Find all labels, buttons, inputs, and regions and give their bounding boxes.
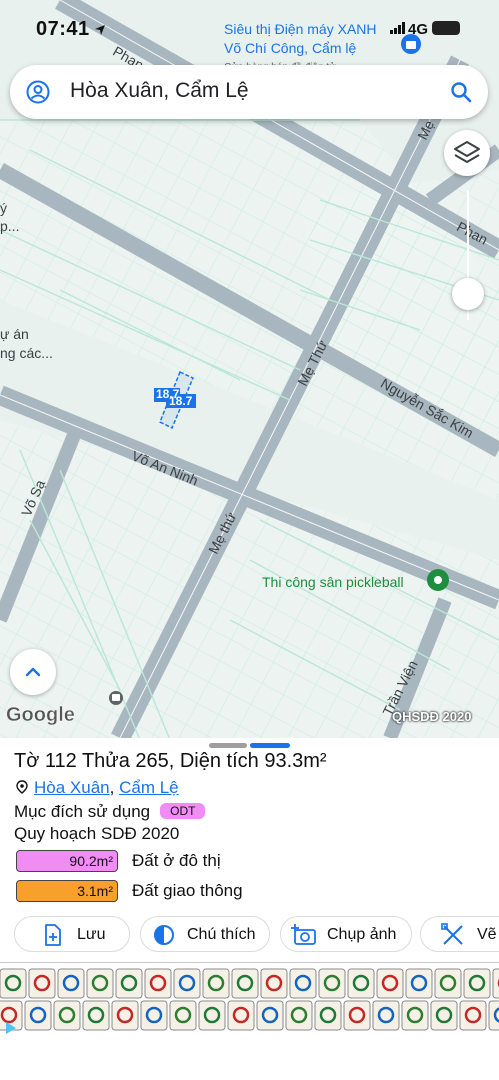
location-pin-icon bbox=[16, 780, 28, 794]
contrast-icon bbox=[154, 925, 174, 945]
mahjong-tile bbox=[401, 1000, 429, 1031]
mahjong-tile bbox=[260, 968, 288, 999]
land-purpose-row: Mục đích sử dụng ODT bbox=[14, 802, 206, 822]
mahjong-tile bbox=[285, 1000, 313, 1031]
chevron-up-icon bbox=[25, 667, 41, 677]
search-icon[interactable] bbox=[450, 81, 472, 103]
mahjong-tile bbox=[256, 1000, 284, 1031]
purpose-code-badge: ODT bbox=[160, 803, 206, 819]
mahjong-tile bbox=[115, 968, 143, 999]
parcel-info-sheet[interactable]: Tờ 112 Thửa 265, Diện tích 93.3m² Hòa Xu… bbox=[0, 738, 499, 962]
legend-area-box: 90.2m² bbox=[16, 850, 118, 872]
mahjong-tile bbox=[343, 1000, 371, 1031]
camera-add-icon bbox=[291, 924, 316, 945]
layers-icon bbox=[454, 141, 480, 163]
legend-label: Đất giao thông bbox=[132, 881, 243, 900]
draw-button[interactable]: Vẽ bbox=[420, 916, 499, 952]
mahjong-tile bbox=[318, 968, 346, 999]
mahjong-tile bbox=[24, 1000, 52, 1031]
draw-tools-icon bbox=[441, 923, 463, 945]
mahjong-tile bbox=[372, 1000, 400, 1031]
mahjong-tile bbox=[53, 1000, 81, 1031]
map-label: ng các... bbox=[0, 345, 53, 361]
map-label: p... bbox=[0, 218, 20, 234]
mahjong-tile bbox=[231, 968, 259, 999]
plan-layer-tag: QHSDĐ 2020 bbox=[392, 709, 472, 724]
google-logo: Google bbox=[6, 704, 75, 726]
purpose-label: Mục đích sử dụng bbox=[14, 802, 151, 821]
mahjong-tile bbox=[169, 1000, 197, 1031]
legend-row: 3.1m² Đất giao thông bbox=[16, 880, 476, 904]
signal-icon bbox=[390, 22, 405, 34]
mahjong-tile bbox=[198, 1000, 226, 1031]
mahjong-tiles-graphic bbox=[0, 968, 499, 1031]
mahjong-tile bbox=[140, 1000, 168, 1031]
mahjong-tile bbox=[347, 968, 375, 999]
mahjong-tile bbox=[314, 1000, 342, 1031]
opacity-slider-knob[interactable] bbox=[452, 278, 484, 310]
photo-button[interactable]: Chụp ảnh bbox=[280, 916, 412, 952]
parcel-title: Tờ 112 Thửa 265, Diện tích 93.3m² bbox=[14, 750, 327, 772]
ad-choices-icon[interactable] bbox=[4, 1021, 18, 1035]
mahjong-tile bbox=[376, 968, 404, 999]
location-separator: , bbox=[109, 778, 115, 797]
sheet-handle[interactable] bbox=[209, 743, 247, 748]
mahjong-tile bbox=[463, 968, 491, 999]
mahjong-tile bbox=[86, 968, 114, 999]
ad-banner[interactable] bbox=[0, 962, 499, 1041]
layers-button[interactable] bbox=[444, 130, 490, 176]
status-bar: 07:41 4G bbox=[0, 10, 499, 46]
expand-up-button[interactable] bbox=[10, 649, 56, 695]
mahjong-tile bbox=[111, 1000, 139, 1031]
parcel-location: Hòa Xuân, Cẩm Lệ bbox=[16, 778, 179, 798]
battery-icon bbox=[432, 21, 460, 35]
action-bar: Lưu Chú thích Chụp ảnh Vẽ bbox=[0, 916, 499, 956]
poi-pin-icon[interactable] bbox=[427, 569, 449, 591]
mahjong-tile bbox=[202, 968, 230, 999]
legend-row: 90.2m² Đất ở đô thị bbox=[16, 850, 476, 874]
mahjong-tile bbox=[57, 968, 85, 999]
mahjong-tile bbox=[434, 968, 462, 999]
save-button[interactable]: Lưu bbox=[14, 916, 130, 952]
legend-area-box: 3.1m² bbox=[16, 880, 118, 902]
notes-label: Chú thích bbox=[187, 926, 256, 943]
mahjong-tile bbox=[0, 968, 27, 999]
mahjong-tile bbox=[488, 1000, 499, 1031]
sheet-handle-active[interactable] bbox=[250, 743, 290, 748]
ward-link[interactable]: Hòa Xuân bbox=[34, 778, 110, 797]
mahjong-tile bbox=[459, 1000, 487, 1031]
mahjong-tile bbox=[82, 1000, 110, 1031]
map-label: ý bbox=[0, 200, 7, 216]
mahjong-ad-image bbox=[0, 967, 499, 1033]
account-icon[interactable] bbox=[26, 80, 50, 104]
network-type: 4G bbox=[408, 21, 429, 38]
notes-button[interactable]: Chú thích bbox=[140, 916, 270, 952]
mahjong-tile bbox=[405, 968, 433, 999]
save-label: Lưu bbox=[77, 926, 106, 943]
poi-pickleball-label[interactable]: Thi công sân pickleball bbox=[262, 574, 404, 590]
mahjong-tile bbox=[144, 968, 172, 999]
search-input[interactable]: Hòa Xuân, Cẩm Lệ bbox=[70, 79, 249, 103]
mahjong-tile bbox=[492, 968, 499, 999]
parcel-number: 18.7 bbox=[169, 394, 193, 408]
bus-stop-icon[interactable] bbox=[109, 691, 123, 705]
legend-label: Đất ở đô thị bbox=[132, 851, 221, 870]
mahjong-tile bbox=[28, 968, 56, 999]
add-document-icon bbox=[45, 924, 61, 946]
status-time: 07:41 bbox=[36, 18, 90, 40]
search-bar[interactable]: Hòa Xuân, Cẩm Lệ bbox=[10, 65, 488, 119]
mahjong-tile bbox=[289, 968, 317, 999]
bottom-safe-area bbox=[0, 1040, 499, 1080]
district-link[interactable]: Cẩm Lệ bbox=[119, 778, 179, 797]
mahjong-tile bbox=[227, 1000, 255, 1031]
draw-label: Vẽ bbox=[477, 926, 497, 943]
mahjong-tile bbox=[430, 1000, 458, 1031]
map-label: ự án bbox=[0, 326, 29, 342]
location-arrow-icon bbox=[95, 25, 105, 35]
photo-label: Chụp ảnh bbox=[327, 926, 397, 943]
mahjong-tile bbox=[173, 968, 201, 999]
plan-title: Quy hoạch SDĐ 2020 bbox=[14, 824, 180, 843]
